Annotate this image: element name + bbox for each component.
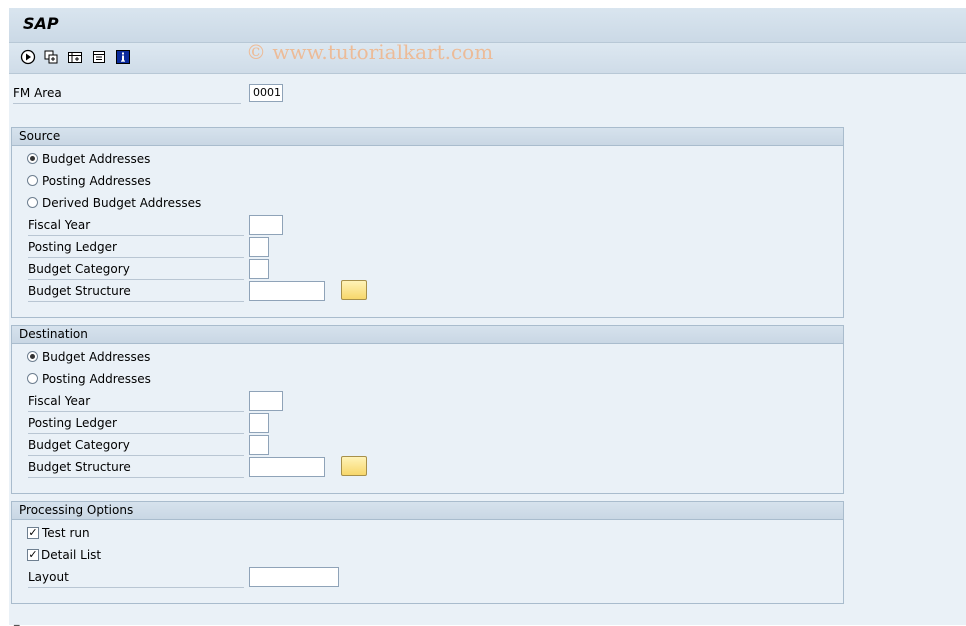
source-posting-addresses-label: Posting Addresses	[42, 174, 151, 188]
source-posting-ledger-label: Posting Ledger	[28, 237, 244, 258]
destination-budget-category-input[interactable]	[249, 435, 269, 455]
detail-list-checkbox[interactable]: ✓	[27, 549, 39, 561]
test-run-checkbox[interactable]: ✓	[27, 527, 39, 539]
destination-budget-addresses-radio[interactable]	[27, 351, 38, 362]
destination-budget-structure-button[interactable]	[341, 456, 367, 476]
status-bar-indicator: _	[14, 613, 20, 626]
variants-icon[interactable]	[42, 48, 60, 66]
fm-area-input[interactable]: 0001	[249, 84, 283, 102]
detail-list-label: Detail List	[41, 548, 102, 562]
page-title: SAP	[23, 14, 59, 33]
destination-fiscal-year-label: Fiscal Year	[28, 391, 244, 412]
source-fiscal-year-label: Fiscal Year	[28, 215, 244, 236]
source-fiscal-year-input[interactable]	[249, 215, 283, 235]
source-derived-budget-addresses-label: Derived Budget Addresses	[42, 196, 202, 210]
destination-group-title: Destination	[12, 326, 843, 344]
selection-options-icon[interactable]	[90, 48, 108, 66]
source-budget-structure-label: Budget Structure	[28, 281, 244, 302]
destination-budget-category-label: Budget Category	[28, 435, 244, 456]
source-posting-addresses-radio[interactable]	[27, 175, 38, 186]
source-budget-addresses-label: Budget Addresses	[42, 152, 151, 166]
processing-options-group: Processing Options	[11, 501, 844, 604]
title-bar: SAP	[9, 8, 966, 43]
source-derived-budget-addresses-radio[interactable]	[27, 197, 38, 208]
test-run-label: Test run	[42, 526, 90, 540]
destination-budget-addresses-label: Budget Addresses	[42, 350, 151, 364]
execute-icon[interactable]	[19, 48, 37, 66]
source-budget-category-input[interactable]	[249, 259, 269, 279]
destination-posting-addresses-radio[interactable]	[27, 373, 38, 384]
fm-area-label: FM Area	[13, 83, 241, 104]
destination-budget-structure-label: Budget Structure	[28, 457, 244, 478]
source-budget-addresses-radio[interactable]	[27, 153, 38, 164]
processing-options-group-title: Processing Options	[12, 502, 843, 520]
source-group-title: Source	[12, 128, 843, 146]
destination-posting-addresses-label: Posting Addresses	[42, 372, 151, 386]
destination-posting-ledger-input[interactable]	[249, 413, 269, 433]
source-budget-structure-button[interactable]	[341, 280, 367, 300]
source-budget-category-label: Budget Category	[28, 259, 244, 280]
info-icon[interactable]	[114, 48, 132, 66]
source-posting-ledger-input[interactable]	[249, 237, 269, 257]
destination-fiscal-year-input[interactable]	[249, 391, 283, 411]
layout-label: Layout	[28, 567, 244, 588]
destination-budget-structure-input[interactable]	[249, 457, 325, 477]
destination-posting-ledger-label: Posting Ledger	[28, 413, 244, 434]
source-budget-structure-input[interactable]	[249, 281, 325, 301]
watermark-text: © www.tutorialkart.com	[246, 40, 494, 64]
layout-input[interactable]	[249, 567, 339, 587]
multiple-selection-icon[interactable]	[66, 48, 84, 66]
